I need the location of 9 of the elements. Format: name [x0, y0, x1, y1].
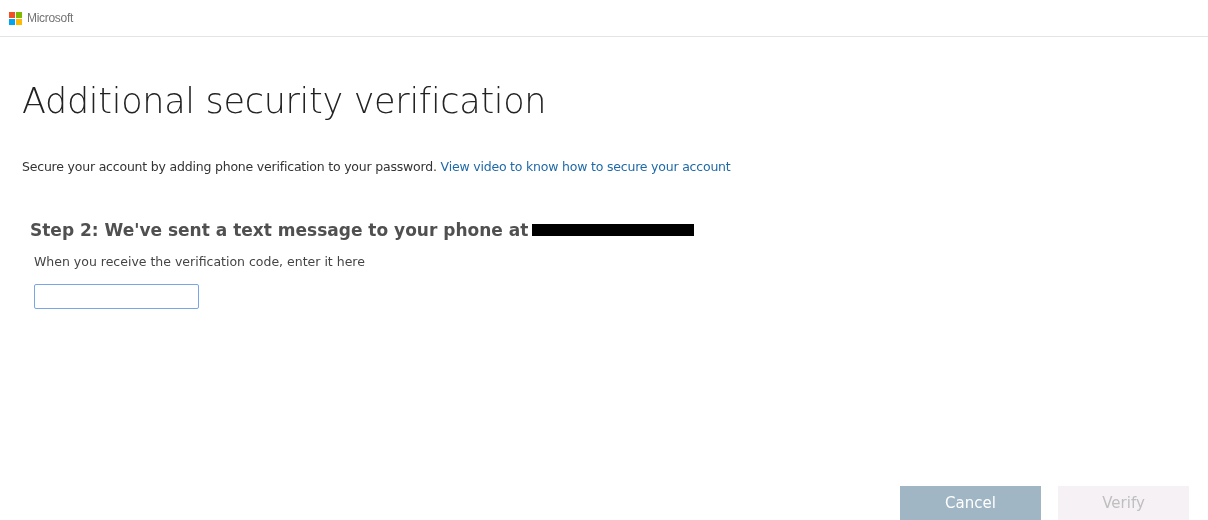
- intro-text: Secure your account by adding phone verification to your password. View video to know how to secure your account: [22, 159, 732, 174]
- brand-name: Microsoft: [27, 11, 73, 25]
- page-title: Additional security verification: [22, 81, 548, 121]
- cancel-button[interactable]: Cancel: [900, 486, 1041, 520]
- step-heading: Step 2: We've sent a text message to your phone at: [30, 220, 529, 240]
- hint-text: When you receive the verification code, enter it here: [34, 254, 366, 269]
- windows-logo-icon: [9, 11, 22, 25]
- video-link[interactable]: View video to know how to secure your account: [440, 159, 731, 174]
- code-input-field[interactable]: [34, 284, 199, 309]
